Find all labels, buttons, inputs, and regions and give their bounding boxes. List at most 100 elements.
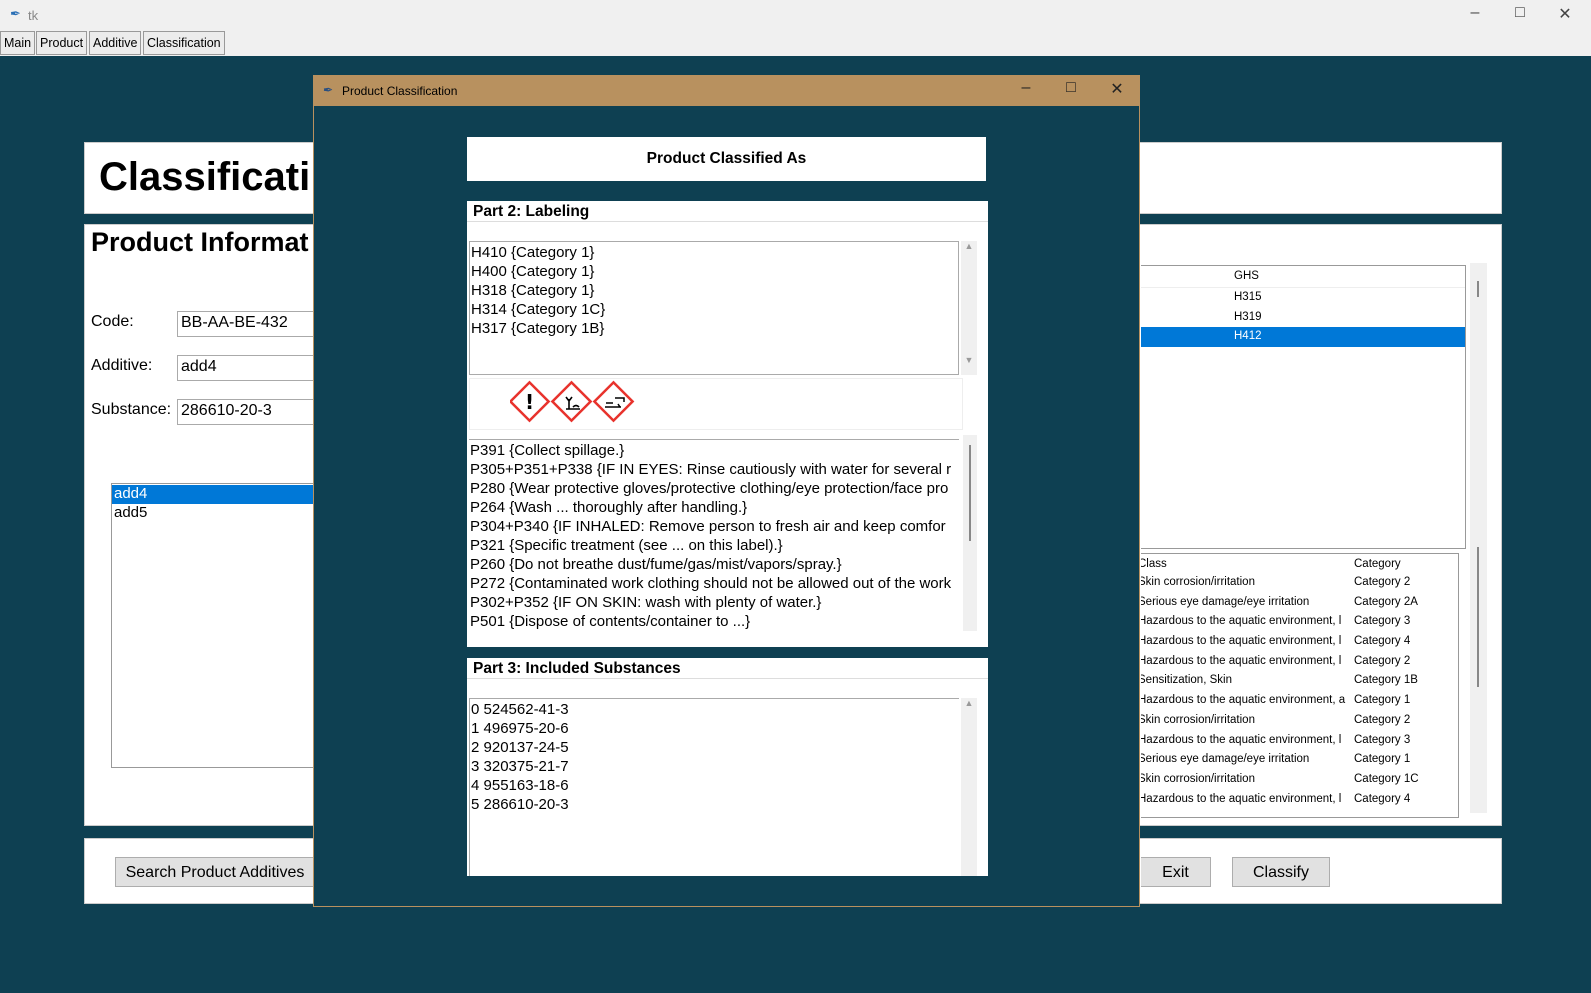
- hazard-statement: H410 {Category 1}: [471, 244, 595, 261]
- part3-title: Part 3: Included Substances: [473, 660, 681, 677]
- hazard-statement: H400 {Category 1}: [471, 263, 595, 280]
- category-cell: Category 3: [1354, 615, 1411, 628]
- maximize-button[interactable]: □: [1505, 4, 1535, 22]
- precautionary-statement: P264 {Wash ... thoroughly after handling…: [470, 499, 748, 516]
- precautionary-statement: P305+P351+P338 {IF IN EYES: Rinse cautio…: [470, 461, 952, 478]
- additive-list[interactable]: add4 add5: [111, 483, 331, 768]
- hazard-scrollbar[interactable]: ▲ ▼: [961, 241, 977, 375]
- table-row[interactable]: Skin corrosion/irritation Category 1C: [1141, 773, 1458, 793]
- substance-item: 4 955163-18-6: [471, 777, 569, 794]
- class-cell: Serious eye damage/eye irritation: [1141, 753, 1310, 766]
- search-product-additives-button[interactable]: Search Product Additives: [115, 857, 315, 887]
- precautionary-statements-text[interactable]: P391 {Collect spillage.} P305+P351+P338 {…: [469, 439, 959, 631]
- product-classification-dialog: ✒ Product Classification – □ ✕ Product C…: [313, 75, 1140, 907]
- tab-additive[interactable]: Additive: [89, 31, 142, 55]
- class-cell: Skin corrosion/irritation: [1141, 576, 1255, 588]
- exclamation-mark-pictogram-icon: !: [510, 380, 551, 423]
- classified-as-header: Product Classified As: [467, 137, 986, 181]
- substance-label: Substance:: [91, 401, 172, 418]
- table-row[interactable]: Hazardous to the aquatic environment, l C…: [1141, 793, 1458, 813]
- dialog-close-button[interactable]: ✕: [1102, 79, 1132, 99]
- category-cell: Category 3: [1354, 733, 1411, 746]
- ghs-cell: H319: [1234, 310, 1262, 323]
- category-header[interactable]: Category: [1354, 558, 1401, 576]
- table-row-selected[interactable]: H412: [1141, 327, 1465, 348]
- list-item[interactable]: add5: [112, 504, 331, 523]
- hazard-statement: H317 {Category 1B}: [471, 320, 605, 337]
- class-cell: Hazardous to the aquatic environment, l: [1141, 615, 1342, 628]
- class-header[interactable]: Class: [1141, 558, 1354, 576]
- dialog-maximize-button[interactable]: □: [1056, 79, 1086, 97]
- substances-scrollbar[interactable]: ▲: [961, 698, 977, 876]
- class-cell: Hazardous to the aquatic environment, a: [1141, 694, 1346, 707]
- labeling-section: Part 2: Labeling H410 {Category 1} H400 {…: [467, 201, 988, 647]
- category-cell: Category 4: [1354, 635, 1411, 648]
- ghs-cell: H412: [1234, 330, 1262, 343]
- close-button[interactable]: ✕: [1550, 4, 1580, 24]
- classify-button[interactable]: Classify: [1232, 857, 1330, 887]
- category-cell: Category 2: [1354, 576, 1411, 588]
- tab-bar: Main Product Additive Classification: [0, 30, 1591, 56]
- tab-main[interactable]: Main: [0, 31, 36, 55]
- category-cell: Category 2: [1354, 654, 1411, 667]
- code-field[interactable]: BB-AA-BE-432: [177, 311, 327, 337]
- precautionary-statement: P321 {Specific treatment (see ... on thi…: [470, 537, 783, 554]
- precautionary-statement: P302+P352 {IF ON SKIN: wash with plenty …: [470, 594, 822, 611]
- window-titlebar: ✒ tk – □ ✕: [0, 0, 1591, 30]
- table-row[interactable]: Skin corrosion/irritation Category 2: [1141, 576, 1458, 596]
- tab-classification[interactable]: Classification: [143, 31, 225, 55]
- table-row[interactable]: Hazardous to the aquatic environment, l C…: [1141, 734, 1458, 754]
- table-row[interactable]: Hazardous to the aquatic environment, a C…: [1141, 694, 1458, 714]
- dialog-title: Product Classification: [342, 84, 458, 98]
- exit-button[interactable]: Exit: [1141, 857, 1211, 887]
- category-cell: Category 4: [1354, 792, 1411, 805]
- page-title: Classificati: [99, 155, 311, 199]
- class-cell: Skin corrosion/irritation: [1141, 713, 1255, 726]
- class-table[interactable]: Class Category Skin corrosion/irritation C…: [1141, 553, 1459, 818]
- additive-field[interactable]: add4: [177, 355, 327, 381]
- minimize-button[interactable]: –: [1460, 4, 1490, 22]
- table-row[interactable]: Hazardous to the aquatic environment, l C…: [1141, 635, 1458, 655]
- vertical-scrollbar[interactable]: [1470, 263, 1487, 813]
- tab-product[interactable]: Product: [36, 31, 88, 55]
- category-cell: Category 2: [1354, 713, 1411, 726]
- table-row[interactable]: Skin corrosion/irritation Category 2: [1141, 714, 1458, 734]
- code-label: Code:: [91, 313, 134, 330]
- ghs-header[interactable]: GHS: [1234, 270, 1259, 287]
- class-cell: Hazardous to the aquatic environment, l: [1141, 635, 1342, 648]
- table-row[interactable]: Sensitization, Skin Category 1B: [1141, 674, 1458, 694]
- dialog-minimize-button[interactable]: –: [1011, 79, 1041, 97]
- table-row[interactable]: Serious eye damage/eye irritation Categor…: [1141, 596, 1458, 616]
- category-cell: Category 1B: [1354, 674, 1418, 687]
- substance-field[interactable]: 286610-20-3: [177, 399, 327, 425]
- precautionary-statement: P391 {Collect spillage.}: [470, 442, 625, 459]
- table-row[interactable]: H319: [1141, 308, 1465, 328]
- list-item[interactable]: add4: [112, 485, 331, 504]
- part2-title: Part 2: Labeling: [473, 203, 590, 220]
- substance-item: 2 920137-24-5: [471, 739, 569, 756]
- hazard-statements-text[interactable]: H410 {Category 1} H400 {Category 1} H318 {…: [469, 241, 959, 375]
- category-cell: Category 1: [1354, 753, 1411, 766]
- table-row[interactable]: H315: [1141, 288, 1465, 308]
- hazard-statement: H314 {Category 1C}: [471, 301, 606, 318]
- pictogram-row: !: [469, 378, 963, 430]
- corrosion-pictogram-icon: [592, 380, 635, 423]
- substances-text[interactable]: 0 524562-41-3 1 496975-20-6 2 920137-24-5 3…: [469, 698, 959, 876]
- table-row[interactable]: Hazardous to the aquatic environment, l C…: [1141, 655, 1458, 675]
- window-title: tk: [28, 8, 39, 23]
- category-cell: Category 2A: [1354, 595, 1418, 608]
- additive-label: Additive:: [91, 357, 153, 374]
- class-cell: Hazardous to the aquatic environment, l: [1141, 654, 1342, 667]
- dialog-titlebar: ✒ Product Classification – □ ✕: [314, 76, 1139, 106]
- precautionary-statement: P501 {Dispose of contents/container to .…: [470, 613, 751, 630]
- feather-icon: ✒: [10, 6, 21, 21]
- substance-item: 5 286610-20-3: [471, 796, 569, 813]
- precaution-scrollbar[interactable]: [963, 435, 977, 631]
- table-row[interactable]: Serious eye damage/eye irritation Categor…: [1141, 753, 1458, 773]
- category-cell: Category 1C: [1354, 772, 1419, 785]
- class-cell: Hazardous to the aquatic environment, l: [1141, 792, 1342, 805]
- precautionary-statement: P272 {Contaminated work clothing should …: [470, 575, 952, 592]
- table-row[interactable]: Hazardous to the aquatic environment, l C…: [1141, 615, 1458, 635]
- substance-item: 3 320375-21-7: [471, 758, 569, 775]
- ghs-table[interactable]: GHS H315 H319 H412: [1141, 265, 1466, 549]
